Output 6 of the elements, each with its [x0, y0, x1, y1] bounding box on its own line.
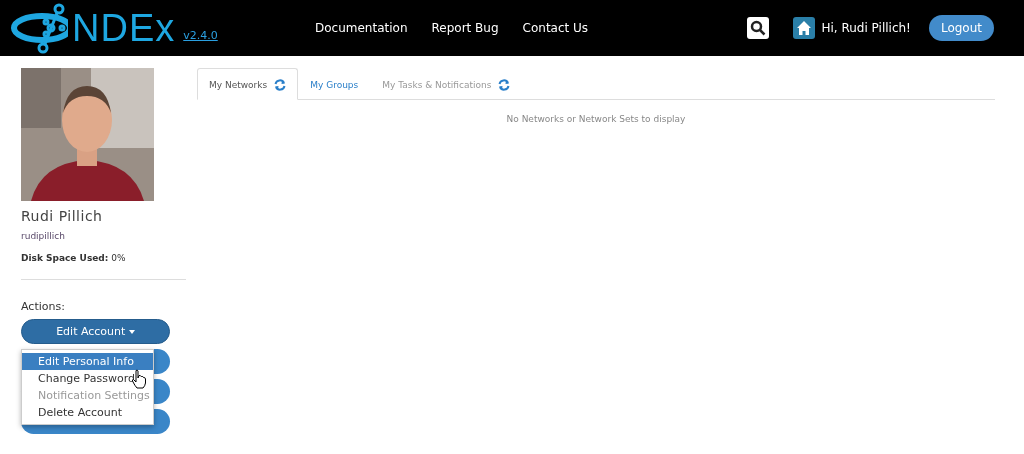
greeting: Hi, Rudi Pillich!: [821, 21, 911, 35]
actions-heading: Actions:: [21, 300, 66, 313]
empty-message: No Networks or Network Sets to display: [505, 114, 687, 124]
user-name: Rudi Pillich: [21, 208, 104, 224]
disk-usage: Disk Space Used: 0%: [21, 253, 127, 263]
username: rudipillich: [21, 231, 66, 241]
